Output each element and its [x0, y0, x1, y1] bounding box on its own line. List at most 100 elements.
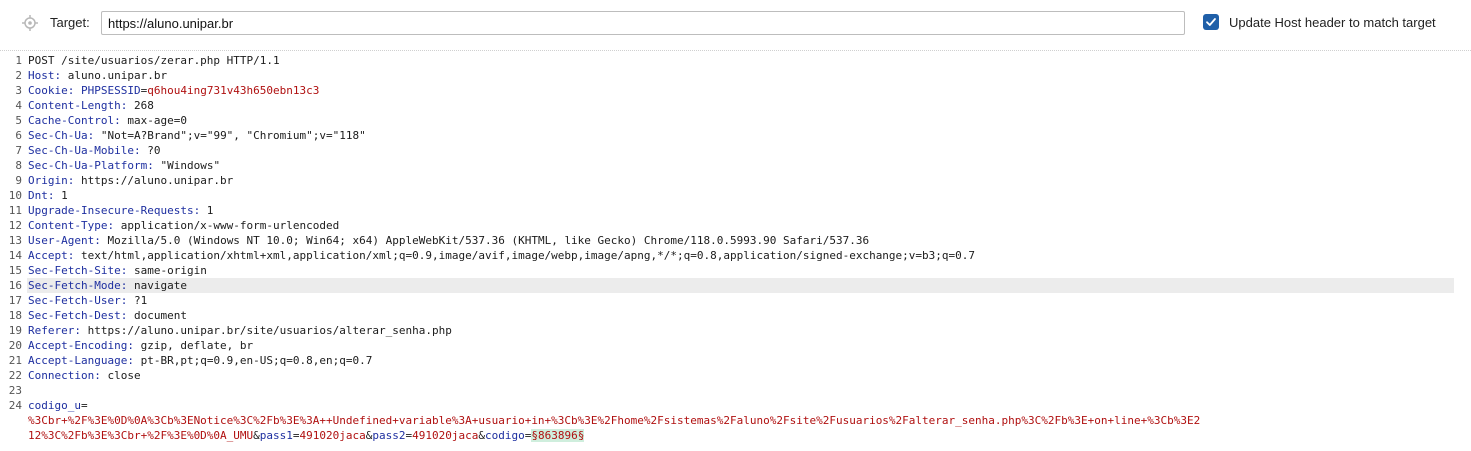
request-line[interactable]: 18 Sec-Fetch-Dest: document [0, 308, 1471, 323]
line-text: Sec-Ch-Ua: "Not=A?Brand";v="99", "Chromi… [28, 128, 366, 143]
target-url-input[interactable] [101, 11, 1185, 35]
param-name: PHPSESSID [80, 84, 141, 97]
text-segment: pt-BR,pt;q=0.9,en-US;q=0.8,en;q=0.7 [133, 354, 373, 367]
param-value: 491020jaca [299, 429, 366, 442]
header-name: Upgrade-Insecure-Requests: [28, 204, 201, 217]
line-number: 4 [15, 99, 22, 112]
request-line[interactable]: 19 Referer: https://aluno.unipar.br/site/… [0, 323, 1471, 338]
line-number: 10 [8, 189, 22, 202]
line-text: Cache-Control: max-age=0 [28, 113, 187, 128]
header-name: Accept-Language: [28, 354, 134, 367]
request-line[interactable]: 22 Connection: close [0, 368, 1471, 383]
text-segment: Mozilla/5.0 (Windows NT 10.0; Win64; x64… [100, 234, 870, 247]
header-name: Sec-Fetch-Dest: [28, 309, 128, 322]
line-number: 16 [8, 279, 22, 292]
line-number: 13 [8, 234, 22, 247]
param-value: %3Cbr+%2F%3E%0D%0A%3Cb%3ENotice%3C%2Fb%3… [28, 414, 1201, 427]
request-line[interactable]: 2 Host: aluno.unipar.br [0, 68, 1471, 83]
text-segment: = [292, 429, 300, 442]
request-line[interactable]: 7 Sec-Ch-Ua-Mobile: ?0 [0, 143, 1471, 158]
text-segment: max-age=0 [120, 114, 187, 127]
line-number: 15 [8, 264, 22, 277]
request-line[interactable]: %3Cbr+%2F%3E%0D%0A%3Cb%3ENotice%3C%2Fb%3… [0, 413, 1471, 428]
request-line[interactable]: 12 Content-Type: application/x-www-form-u… [0, 218, 1471, 233]
param-name: pass2 [372, 429, 406, 442]
text-segment [74, 84, 81, 97]
line-number: 8 [15, 159, 22, 172]
line-text: Sec-Fetch-Site: same-origin [28, 263, 207, 278]
text-segment: navigate [127, 279, 187, 292]
request-line[interactable]: 14 Accept: text/html,application/xhtml+xm… [0, 248, 1471, 263]
request-line[interactable]: 16 Sec-Fetch-Mode: navigate [0, 278, 1471, 293]
header-name: Dnt: [28, 189, 55, 202]
request-line[interactable]: 11 Upgrade-Insecure-Requests: 1 [0, 203, 1471, 218]
line-text: Sec-Fetch-User: ?1 [28, 293, 147, 308]
text-segment: 1 [54, 189, 68, 202]
request-line[interactable]: 8 Sec-Ch-Ua-Platform: "Windows" [0, 158, 1471, 173]
line-number: 23 [8, 384, 22, 397]
request-line[interactable]: 17 Sec-Fetch-User: ?1 [0, 293, 1471, 308]
line-number: 9 [15, 174, 22, 187]
request-editor[interactable]: 1 POST /site/usuarios/zerar.php HTTP/1.1 2… [0, 53, 1471, 451]
target-bar: Target: Update Host header to match targ… [0, 0, 1471, 46]
line-text: Upgrade-Insecure-Requests: 1 [28, 203, 213, 218]
line-number: 24 [8, 399, 22, 412]
request-line[interactable]: 9 Origin: https://aluno.unipar.br [0, 173, 1471, 188]
request-line[interactable]: 10 Dnt: 1 [0, 188, 1471, 203]
line-text: Sec-Ch-Ua-Platform: "Windows" [28, 158, 220, 173]
line-text: 12%3C%2Fb%3E%3Cbr+%2F%3E%0D%0A_UMU&pass1… [28, 428, 585, 443]
line-number: 14 [8, 249, 22, 262]
header-name: Sec-Fetch-User: [28, 294, 128, 307]
text-segment: document [127, 309, 187, 322]
line-text: Accept-Encoding: gzip, deflate, br [28, 338, 253, 353]
line-text: POST /site/usuarios/zerar.php HTTP/1.1 [28, 53, 280, 68]
request-line[interactable]: 1 POST /site/usuarios/zerar.php HTTP/1.1 [0, 53, 1471, 68]
request-line[interactable]: 3 Cookie: PHPSESSID=q6hou4ing731v43h650eb… [0, 83, 1471, 98]
line-number: 2 [15, 69, 22, 82]
text-segment: application/x-www-form-urlencoded [114, 219, 340, 232]
request-line[interactable]: 13 User-Agent: Mozilla/5.0 (Windows NT 10… [0, 233, 1471, 248]
line-number: 6 [15, 129, 22, 142]
line-text: Accept-Language: pt-BR,pt;q=0.9,en-US;q=… [28, 353, 372, 368]
request-line[interactable]: 21 Accept-Language: pt-BR,pt;q=0.9,en-US;… [0, 353, 1471, 368]
line-text: Host: aluno.unipar.br [28, 68, 167, 83]
line-number: 19 [8, 324, 22, 337]
text-segment: text/html,application/xhtml+xml,applicat… [74, 249, 976, 262]
header-name: User-Agent: [28, 234, 101, 247]
update-host-checkbox[interactable] [1203, 14, 1219, 30]
line-text: Origin: https://aluno.unipar.br [28, 173, 233, 188]
header-name: Origin: [28, 174, 75, 187]
text-segment: aluno.unipar.br [61, 69, 168, 82]
line-number: 7 [15, 144, 22, 157]
line-text: Content-Length: 268 [28, 98, 154, 113]
request-line[interactable]: 23 [0, 383, 1471, 398]
header-name: Sec-Ch-Ua-Platform: [28, 159, 154, 172]
request-line[interactable]: 4 Content-Length: 268 [0, 98, 1471, 113]
header-name: Sec-Ch-Ua-Mobile: [28, 144, 141, 157]
request-line[interactable]: 15 Sec-Fetch-Site: same-origin [0, 263, 1471, 278]
param-value: q6hou4ing731v43h650ebn13c3 [147, 84, 320, 97]
request-line[interactable]: 20 Accept-Encoding: gzip, deflate, br [0, 338, 1471, 353]
line-number: 18 [8, 309, 22, 322]
param-name: codigo_u [28, 399, 81, 412]
param-name: codigo [485, 429, 525, 442]
param-value: 491020jaca [412, 429, 479, 442]
line-number: 5 [15, 114, 22, 127]
line-text: Dnt: 1 [28, 188, 68, 203]
request-line[interactable]: 24 codigo_u= [0, 398, 1471, 413]
line-text: Sec-Fetch-Mode: navigate [28, 278, 187, 293]
param-value: §863896§ [531, 429, 585, 442]
line-number: 12 [8, 219, 22, 232]
line-text: Accept: text/html,application/xhtml+xml,… [28, 248, 975, 263]
request-line[interactable]: 5 Cache-Control: max-age=0 [0, 113, 1471, 128]
request-line[interactable]: 12%3C%2Fb%3E%3Cbr+%2F%3E%0D%0A_UMU&pass1… [0, 428, 1471, 443]
header-name: Host: [28, 69, 62, 82]
line-number: 22 [8, 369, 22, 382]
line-number: 17 [8, 294, 22, 307]
crosshair-icon[interactable] [22, 15, 38, 31]
header-name: Connection: [28, 369, 101, 382]
header-name: Content-Type: [28, 219, 115, 232]
request-line[interactable]: 6 Sec-Ch-Ua: "Not=A?Brand";v="99", "Chrom… [0, 128, 1471, 143]
text-segment: close [100, 369, 141, 382]
line-number: 1 [15, 54, 22, 67]
